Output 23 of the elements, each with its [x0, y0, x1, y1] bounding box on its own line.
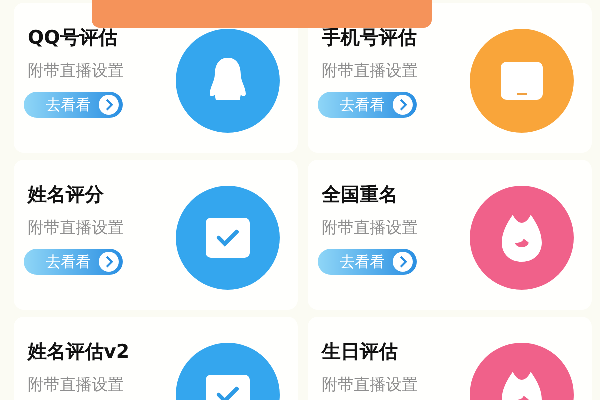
card-subtitle: 附带直播设置: [322, 218, 418, 239]
card-subtitle: 附带直播设置: [322, 375, 418, 396]
card-subtitle: 附带直播设置: [28, 375, 124, 396]
view-button[interactable]: 去看看: [24, 249, 123, 275]
chevron-icon: [99, 252, 119, 272]
checkmark-icon: [205, 217, 251, 259]
chevron-icon: [99, 95, 119, 115]
card-subtitle: 附带直播设置: [28, 218, 124, 239]
card-subtitle: 附带直播设置: [28, 61, 124, 82]
chevron-icon: [393, 95, 413, 115]
card-title: 全国重名: [322, 183, 398, 208]
card-title: QQ号评估: [28, 26, 118, 51]
flame-icon: [499, 213, 545, 263]
card-title: 姓名评分: [28, 183, 104, 208]
view-button[interactable]: 去看看: [318, 92, 417, 118]
view-button[interactable]: 去看看: [24, 92, 123, 118]
card-title: 手机号评估: [322, 26, 417, 51]
card-subtitle: 附带直播设置: [322, 61, 418, 82]
chevron-icon: [393, 252, 413, 272]
card-title: 姓名评估v2: [28, 340, 130, 365]
card-title: 生日评估: [322, 340, 398, 365]
screen-icon: [500, 61, 544, 101]
view-button[interactable]: 去看看: [318, 249, 417, 275]
